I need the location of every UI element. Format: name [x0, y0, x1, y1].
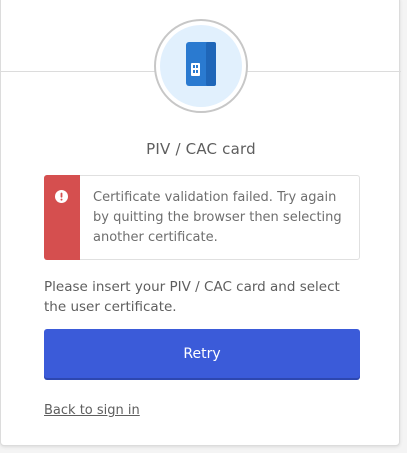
retry-button[interactable]: Retry — [44, 329, 360, 378]
instructions-text: Please insert your PIV / CAC card and se… — [44, 279, 340, 315]
error-alert-stripe — [44, 175, 80, 260]
error-alert: Certificate validation failed. Try again… — [44, 175, 360, 260]
error-alert-message: Certificate validation failed. Try again… — [93, 190, 342, 245]
auth-card: PIV / CAC card Certificate validation fa… — [0, 0, 401, 446]
smart-card-icon — [186, 42, 216, 86]
factor-title: PIV / CAC card — [146, 140, 256, 158]
back-to-sign-in-link[interactable]: Back to sign in — [44, 403, 140, 418]
exclamation-circle-icon — [55, 190, 68, 203]
